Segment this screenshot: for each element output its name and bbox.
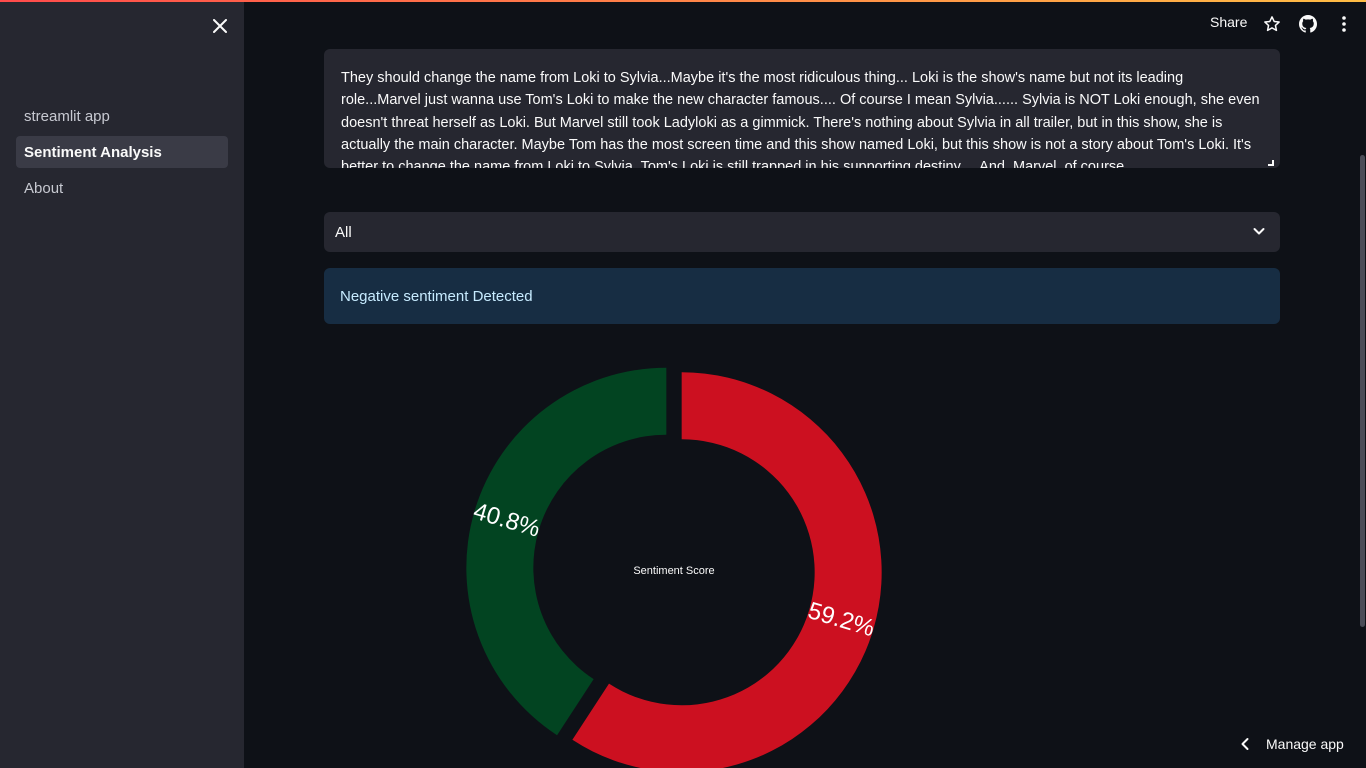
alert-text: Negative sentiment Detected [340, 287, 533, 305]
main-menu-button[interactable] [1334, 14, 1354, 34]
sidebar-item-label: About [24, 179, 64, 197]
sidebar-item-label: streamlit app [24, 107, 110, 125]
sidebar-item-about[interactable]: About [16, 172, 228, 204]
scrollbar[interactable] [1360, 155, 1365, 627]
manage-app-button[interactable]: Manage app [1240, 736, 1344, 752]
github-icon [1299, 15, 1317, 33]
filter-select-value: All [335, 223, 352, 241]
close-icon [213, 19, 227, 33]
sidebar-nav: streamlit app Sentiment Analysis About [16, 100, 228, 208]
review-text-area[interactable]: They should change the name from Loki to… [324, 49, 1280, 168]
sidebar-item-sentiment-analysis[interactable]: Sentiment Analysis [16, 136, 228, 168]
sentiment-alert: Negative sentiment Detected [324, 268, 1280, 324]
top-accent-bar [0, 0, 1366, 2]
more-vertical-icon [1342, 16, 1346, 32]
star-button[interactable] [1262, 14, 1282, 34]
header: Share [244, 0, 1366, 48]
filter-select[interactable]: All [324, 212, 1280, 252]
resize-handle[interactable] [1268, 160, 1274, 166]
review-text: They should change the name from Loki to… [341, 70, 1260, 168]
sidebar: streamlit app Sentiment Analysis About [0, 0, 244, 768]
share-button[interactable]: Share [1210, 14, 1247, 30]
manage-app-label: Manage app [1266, 736, 1344, 752]
sentiment-donut-chart: Sentiment Score 59.2%40.8% [466, 367, 882, 768]
chart-center-label: Sentiment Score [633, 565, 714, 577]
star-icon [1264, 16, 1280, 32]
sidebar-item-label: Sentiment Analysis [24, 143, 162, 161]
github-button[interactable] [1298, 14, 1318, 34]
chevron-down-icon [1253, 228, 1265, 235]
donut-slice-2[interactable] [466, 367, 667, 736]
close-sidebar-button[interactable] [208, 14, 232, 38]
chevron-left-icon [1241, 738, 1249, 750]
sidebar-item-streamlit-app[interactable]: streamlit app [16, 100, 228, 132]
